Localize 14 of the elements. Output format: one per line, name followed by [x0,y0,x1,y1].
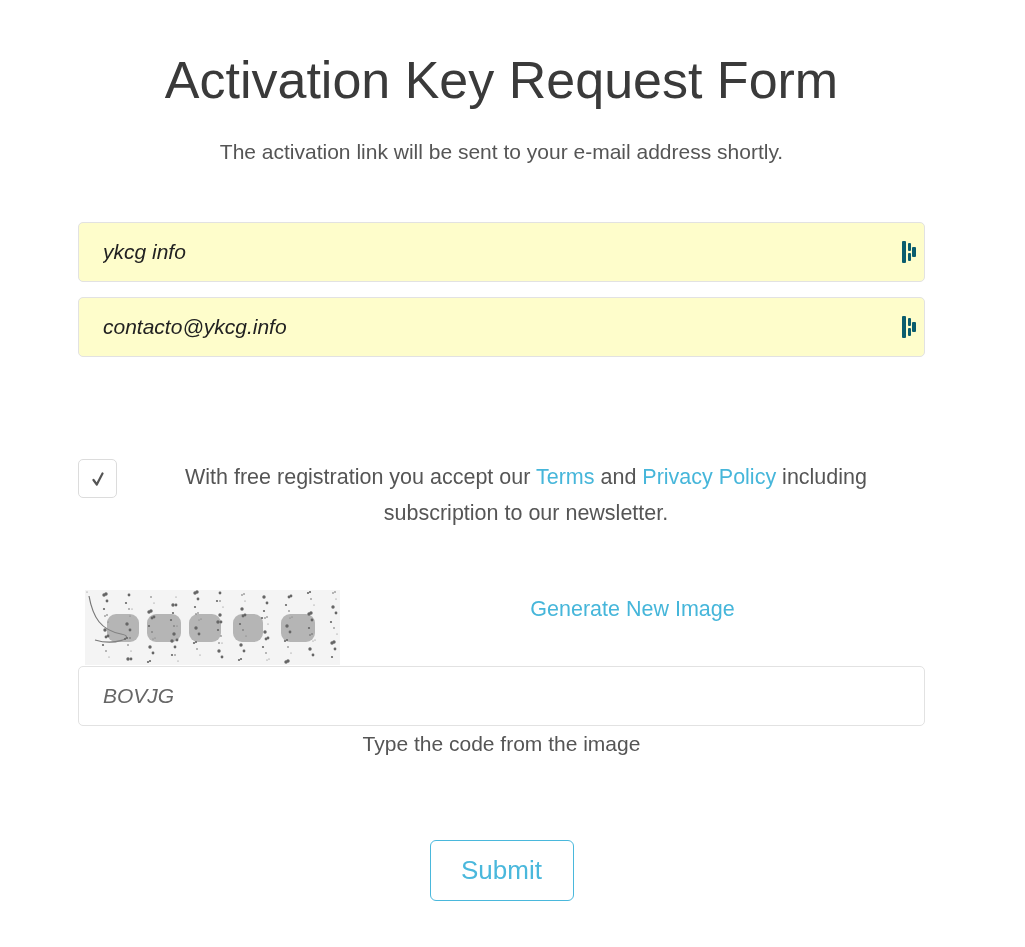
submit-button[interactable]: Submit [429,840,574,901]
form-title: Activation Key Request Form [164,50,839,111]
consent-link[interactable]: Privacy Policy [642,465,777,489]
generate-image-link[interactable]: Generate New Image [530,591,735,627]
bars-icon[interactable] [902,316,916,338]
input-field[interactable]: contacto@ykcg.info [78,297,925,357]
consent-checkbox[interactable] [78,459,117,498]
form-subtitle: The activation link will be sent to your e-mail address shortly. [219,139,784,165]
consent-text: With free registration you accept our Terms and Privacy Policy including subscription to our newsletter. [184,464,868,527]
consent-link[interactable]: Terms [535,465,595,489]
captcha-hint: Type the code from the image [362,731,641,757]
captcha-field[interactable]: BOVJG [78,666,925,726]
check-icon [91,471,104,486]
bars-icon[interactable] [902,241,916,263]
